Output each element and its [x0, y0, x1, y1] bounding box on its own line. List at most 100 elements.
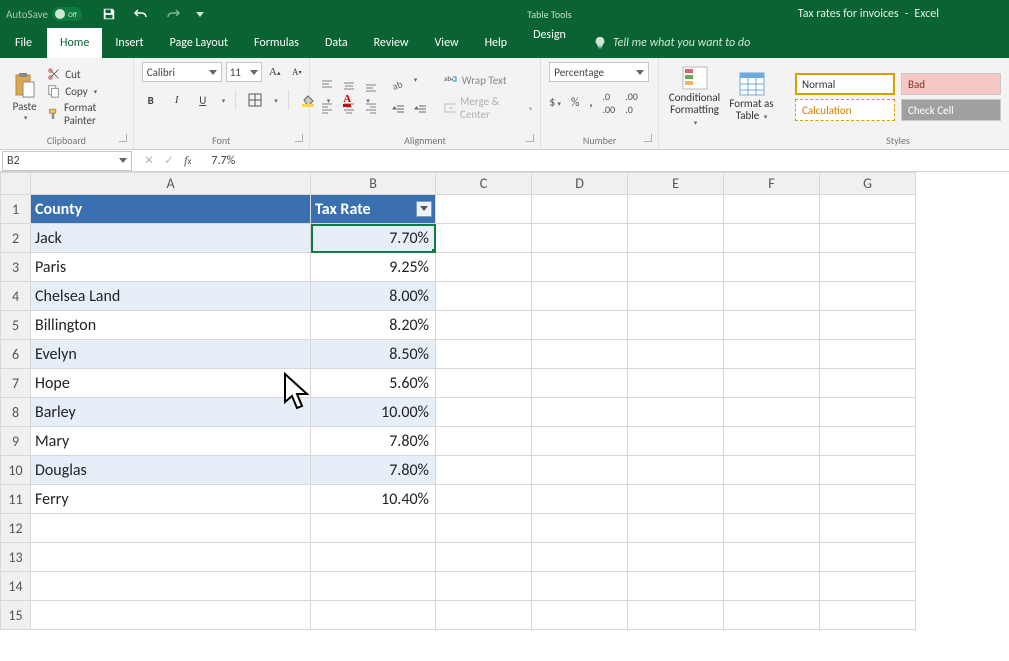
cell[interactable]	[724, 282, 820, 311]
name-box[interactable]: B2	[2, 151, 132, 171]
cell[interactable]	[532, 311, 628, 340]
row-header[interactable]: 7	[1, 369, 31, 398]
style-normal[interactable]: Normal	[795, 73, 895, 95]
cell[interactable]: Hope	[31, 369, 311, 398]
tab-home[interactable]: Home	[47, 28, 102, 58]
cell[interactable]	[628, 282, 724, 311]
align-middle-icon[interactable]	[340, 77, 358, 95]
worksheet-grid[interactable]: A B C D E F G 1CountyTax Rate2Jack7.70%3…	[0, 172, 1009, 630]
insert-function-icon[interactable]: fx	[184, 153, 191, 168]
conditional-formatting-button[interactable]: Conditional Formatting ▾	[667, 64, 722, 130]
cell[interactable]	[820, 514, 916, 543]
cell[interactable]	[532, 601, 628, 630]
cell[interactable]	[436, 485, 532, 514]
cell[interactable]: 7.80%	[311, 427, 436, 456]
cell[interactable]: Mary	[31, 427, 311, 456]
cell[interactable]	[436, 369, 532, 398]
tab-file[interactable]: File	[0, 28, 47, 58]
cell[interactable]	[724, 572, 820, 601]
cell[interactable]	[724, 601, 820, 630]
orientation-icon[interactable]: ab	[390, 75, 408, 93]
row-header[interactable]: 8	[1, 398, 31, 427]
cell[interactable]	[628, 195, 724, 224]
increase-decimal-button[interactable]: .0.00	[603, 90, 616, 116]
cell[interactable]	[436, 253, 532, 282]
cell[interactable]	[724, 195, 820, 224]
tab-view[interactable]: View	[422, 28, 472, 58]
accounting-format-button[interactable]: $▾	[549, 96, 561, 110]
font-size-select[interactable]: 11	[226, 62, 262, 82]
borders-button[interactable]	[246, 91, 264, 109]
cell[interactable]	[628, 311, 724, 340]
cell[interactable]	[628, 253, 724, 282]
style-calculation[interactable]: Calculation	[795, 99, 895, 121]
style-check-cell[interactable]: Check Cell	[901, 99, 1001, 121]
cell[interactable]: Billington	[31, 311, 311, 340]
cell[interactable]: 10.40%	[311, 485, 436, 514]
cell[interactable]	[628, 514, 724, 543]
formula-input[interactable]: 7.7%	[203, 154, 1009, 168]
cell[interactable]: 8.20%	[311, 311, 436, 340]
font-name-select[interactable]: Calibri	[142, 62, 222, 82]
formula-enter-icon[interactable]: ✓	[164, 153, 174, 168]
cell[interactable]: Barley	[31, 398, 311, 427]
cell[interactable]	[628, 485, 724, 514]
row-header[interactable]: 3	[1, 253, 31, 282]
cell[interactable]	[628, 572, 724, 601]
cell[interactable]	[532, 253, 628, 282]
cell[interactable]	[628, 601, 724, 630]
paste-button[interactable]: Paste ▾	[8, 64, 41, 130]
tab-data[interactable]: Data	[312, 28, 361, 58]
clipboard-launcher-icon[interactable]	[119, 134, 127, 142]
cell[interactable]: Ferry	[31, 485, 311, 514]
percent-format-button[interactable]: %	[571, 96, 580, 110]
cell[interactable]	[820, 282, 916, 311]
row-header[interactable]: 15	[1, 601, 31, 630]
cell[interactable]	[31, 514, 311, 543]
cell[interactable]	[820, 398, 916, 427]
cell[interactable]	[532, 427, 628, 456]
cell[interactable]	[820, 456, 916, 485]
tab-help[interactable]: Help	[472, 28, 521, 58]
cell[interactable]: Evelyn	[31, 340, 311, 369]
undo-icon[interactable]	[132, 5, 150, 23]
autosave-toggle[interactable]: AutoSave Off	[6, 7, 82, 21]
row-header[interactable]: 2	[1, 224, 31, 253]
row-header[interactable]: 11	[1, 485, 31, 514]
cell[interactable]: Jack	[31, 224, 311, 253]
cell[interactable]	[628, 369, 724, 398]
cell[interactable]	[724, 543, 820, 572]
cell[interactable]	[724, 311, 820, 340]
cell[interactable]	[820, 195, 916, 224]
underline-button[interactable]: U	[194, 91, 212, 109]
cell[interactable]	[532, 195, 628, 224]
cell[interactable]	[820, 485, 916, 514]
bold-button[interactable]: B	[142, 91, 160, 109]
cell[interactable]: Paris	[31, 253, 311, 282]
align-bottom-icon[interactable]	[362, 77, 380, 95]
cell[interactable]	[820, 311, 916, 340]
cell[interactable]	[311, 543, 436, 572]
cell[interactable]	[31, 601, 311, 630]
cell[interactable]	[436, 224, 532, 253]
column-header[interactable]: C	[436, 173, 532, 195]
qat-dropdown-icon[interactable]	[196, 12, 204, 17]
row-header[interactable]: 5	[1, 311, 31, 340]
cell[interactable]	[820, 253, 916, 282]
cell[interactable]	[532, 514, 628, 543]
wrap-text-button[interactable]: ab Wrap Text	[444, 73, 533, 87]
redo-icon[interactable]	[164, 5, 182, 23]
tab-page-layout[interactable]: Page Layout	[157, 28, 241, 58]
cell[interactable]	[724, 514, 820, 543]
cell[interactable]	[436, 543, 532, 572]
cell[interactable]	[628, 340, 724, 369]
cell[interactable]	[532, 398, 628, 427]
decrease-indent-icon[interactable]	[390, 101, 408, 119]
cell[interactable]	[628, 224, 724, 253]
cell[interactable]	[532, 282, 628, 311]
select-all-corner[interactable]	[1, 173, 31, 195]
cell[interactable]	[436, 195, 532, 224]
tell-me-search[interactable]: Tell me what you want to do	[593, 28, 750, 58]
cell[interactable]	[820, 427, 916, 456]
cell[interactable]	[724, 253, 820, 282]
